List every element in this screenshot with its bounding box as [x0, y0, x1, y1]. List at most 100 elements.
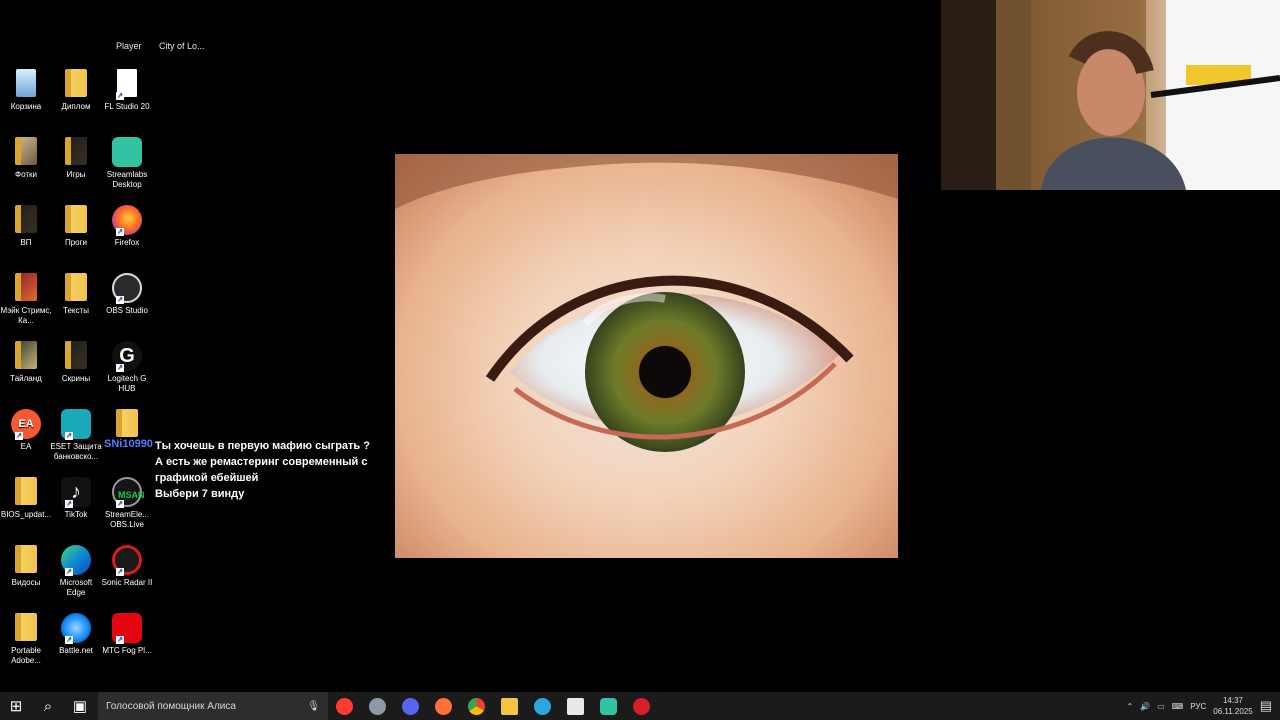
tray-chevron-icon[interactable]: ⌃	[1126, 702, 1133, 711]
desktop-icon-make-streams[interactable]: Мэйк Стримс, Ка...	[0, 269, 52, 326]
desktop-icon-ea[interactable]: EA EA	[0, 405, 52, 452]
desktop-icon-folder-unnamed[interactable]	[101, 405, 153, 442]
desktop-icon-portable-adobe[interactable]: Portable Adobe...	[0, 609, 52, 666]
search-icon: ⌕	[43, 697, 53, 715]
desktop-icon-label: Мэйк Стримс, Ка...	[0, 306, 52, 325]
taskbar-app-red[interactable]	[625, 692, 658, 720]
desktop-icon-firefox[interactable]: Firefox	[101, 201, 153, 248]
desktop-icon-label: ВП	[20, 238, 32, 247]
chat-username: SNi10990	[104, 438, 153, 450]
taskbar-app-chrome[interactable]	[460, 692, 493, 720]
logitech-icon: G	[112, 341, 142, 372]
clock-time: 14:37	[1222, 696, 1243, 705]
clock[interactable]: 14:37 06.11.2025	[1213, 695, 1252, 717]
task-view-button[interactable]: ▣	[64, 692, 96, 720]
desktop-icon-skriny[interactable]: Скрины	[50, 337, 102, 384]
yandex-icon	[336, 697, 353, 715]
desktop-icon-label: МТС Fog Pl...	[102, 646, 152, 655]
desktop-icon-tiktok[interactable]: ♪ TikTok	[50, 473, 102, 520]
desktop-icon-fl-studio[interactable]: FL Studio 20	[101, 65, 153, 112]
telegram-icon	[534, 697, 551, 715]
ea-icon: EA	[11, 409, 41, 440]
webcam-illustration	[941, 0, 1280, 190]
system-tray: ⌃ 🔊 ▭ ⌨ РУС 14:37 06.11.2025 ▤	[1126, 692, 1280, 720]
taskbar-app-firefox[interactable]	[427, 692, 460, 720]
settings-icon	[369, 697, 386, 715]
folder-icon	[11, 137, 41, 167]
chrome-icon	[468, 697, 485, 715]
desktop-icon-label: Скрины	[61, 374, 91, 383]
language-indicator[interactable]: РУС	[1190, 702, 1206, 711]
desktop-icon-recycle-bin[interactable]: Корзина	[0, 65, 52, 112]
folder-icon	[11, 341, 41, 371]
folder-icon	[11, 613, 41, 643]
desktop-icon-label: Sonic Radar II	[101, 578, 153, 587]
microphone-icon[interactable]: 🎙	[307, 701, 320, 712]
taskbar-app-window[interactable]	[559, 692, 592, 720]
taskbar-app-streamlabs[interactable]	[592, 692, 625, 720]
desktop-icon-vp[interactable]: ВП	[0, 201, 52, 248]
desktop-icon-label: EA	[20, 442, 32, 451]
folder-icon	[11, 545, 41, 575]
desktop-icon-eset[interactable]: ESET Защита банковско...	[50, 405, 102, 462]
desktop-icon-label: Microsoft Edge	[59, 578, 93, 597]
desktop-icon-streamlabs[interactable]: Streamlabs Desktop	[101, 133, 153, 190]
desktop-icon-diplom[interactable]: Диплом	[50, 65, 102, 112]
desktop-icon-logitech[interactable]: G Logitech G HUB	[101, 337, 153, 394]
desktop-icon-label: Корзина	[10, 102, 42, 111]
keyboard-icon[interactable]: ⌨	[1172, 702, 1184, 711]
taskbar-app-settings[interactable]	[361, 692, 394, 720]
folder-icon	[61, 273, 91, 303]
app-window-icon	[567, 697, 584, 715]
desktop-icon-vidosy[interactable]: Видосы	[0, 541, 52, 588]
desktop-icon-label: Portable Adobe...	[11, 646, 41, 665]
taskbar-app-explorer[interactable]	[493, 692, 526, 720]
desktop-icon-edge[interactable]: Microsoft Edge	[50, 541, 102, 598]
desktop-icon-battlenet[interactable]: Battle.net	[50, 609, 102, 656]
desktop-icon-igry[interactable]: Игры	[50, 133, 102, 180]
desktop-icon-sonic-radar[interactable]: Sonic Radar II	[101, 541, 153, 588]
taskbar-app-telegram[interactable]	[526, 692, 559, 720]
volume-icon[interactable]: 🔊	[1140, 702, 1150, 711]
desktop-icon-label: FL Studio 20	[104, 102, 150, 111]
desktop-icon-fotki[interactable]: Фотки	[0, 133, 52, 180]
desktop-icon-teksty[interactable]: Тексты	[50, 269, 102, 316]
firefox-icon	[112, 205, 142, 236]
obs-icon	[112, 273, 142, 304]
windows-icon: ⊞	[9, 698, 23, 715]
desktop-icon-bios[interactable]: BIOS_updat...	[0, 473, 52, 520]
desktop-icon-label: Фотки	[15, 170, 37, 179]
battlenet-icon	[61, 613, 91, 644]
folder-icon	[501, 697, 518, 715]
notifications-icon[interactable]: ▤	[1260, 698, 1272, 714]
chat-message: Ты хочешь в первую мафию сыграть ? А ест…	[155, 438, 375, 502]
network-icon[interactable]: ▭	[1157, 702, 1165, 711]
desktop-icon-label: Streamlabs Desktop	[106, 170, 148, 189]
desktop-icon-label: Firefox	[114, 238, 140, 247]
desktop-icon-progi[interactable]: Проги	[50, 201, 102, 248]
desktop-icon-label: TikTok	[64, 510, 88, 519]
folder-icon	[61, 69, 91, 99]
desktop-icon-streamelements[interactable]: StreamEle... OBS.Live	[101, 473, 153, 530]
chat-badge: MSAN	[118, 490, 145, 500]
desktop-icon-label: Проги	[64, 238, 88, 247]
search-button[interactable]: ⌕	[32, 692, 64, 720]
folder-icon	[61, 205, 91, 235]
taskbar-search-box[interactable]: Голосовой помощник Алиса 🎙	[98, 692, 328, 720]
desktop-icon-tailand[interactable]: Тайланд	[0, 337, 52, 384]
folder-icon	[11, 273, 41, 303]
folder-icon	[112, 409, 142, 439]
document-icon	[112, 69, 142, 100]
chat-message-line-1: Ты хочешь в первую мафию сыграть ? А ест…	[155, 440, 370, 484]
eyebrow-shape	[395, 154, 898, 209]
red-app-icon	[633, 697, 650, 715]
eye-illustration	[395, 154, 898, 452]
desktop-icon-mts[interactable]: МТС Fog Pl...	[101, 609, 153, 656]
desktop-icon-label: Видосы	[11, 578, 41, 587]
task-view-icon: ▣	[72, 698, 88, 715]
taskbar-app-yandex[interactable]	[328, 692, 361, 720]
pupil-shape	[639, 346, 691, 398]
desktop-icon-obs[interactable]: OBS Studio	[101, 269, 153, 316]
start-button[interactable]: ⊞	[0, 692, 32, 720]
taskbar-app-discord[interactable]	[394, 692, 427, 720]
